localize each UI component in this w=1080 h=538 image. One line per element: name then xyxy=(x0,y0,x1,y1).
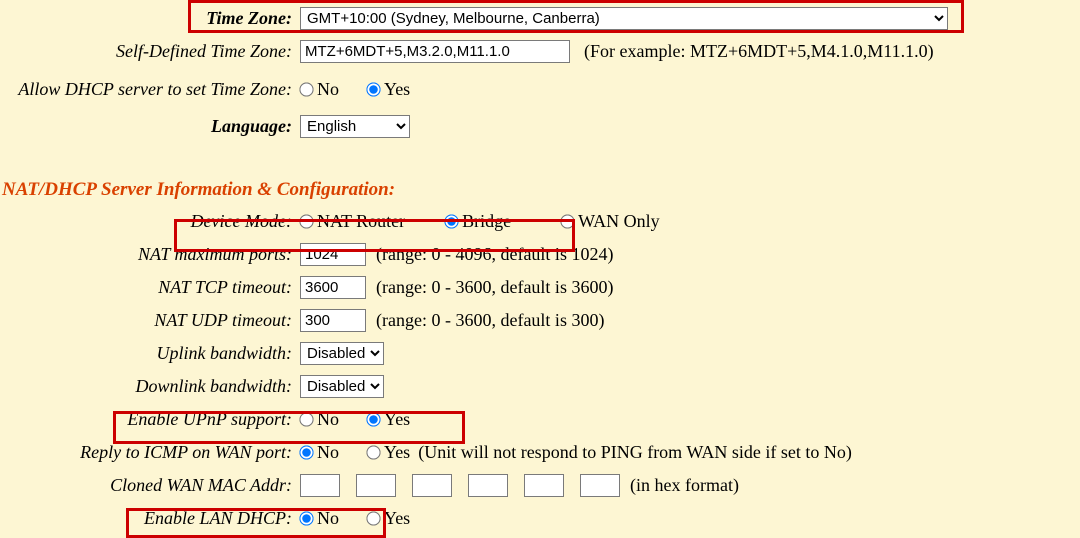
nat-max-input[interactable] xyxy=(300,243,366,266)
lan-dhcp-no-text: No xyxy=(317,508,339,529)
lan-dhcp-label: Enable LAN DHCP: xyxy=(0,508,300,529)
upnp-no-text: No xyxy=(317,409,339,430)
lan-dhcp-no-radio[interactable] xyxy=(299,511,313,525)
mac-input-4[interactable] xyxy=(468,474,508,497)
dhcp-tz-no-radio[interactable] xyxy=(299,82,313,96)
downlink-select[interactable]: Disabled xyxy=(300,375,384,398)
device-mode-nat-radio[interactable] xyxy=(299,214,313,228)
uplink-select[interactable]: Disabled xyxy=(300,342,384,365)
language-select[interactable]: English xyxy=(300,115,410,138)
timezone-label: Time Zone: xyxy=(0,8,300,29)
device-mode-label: Device Mode: xyxy=(0,211,300,232)
downlink-label: Downlink bandwidth: xyxy=(0,376,300,397)
language-label: Language: xyxy=(0,116,300,137)
icmp-yes-text: Yes xyxy=(384,442,410,463)
mac-input-3[interactable] xyxy=(412,474,452,497)
self-tz-input[interactable] xyxy=(300,40,570,63)
icmp-no-radio[interactable] xyxy=(299,445,313,459)
nat-tcp-hint: (range: 0 - 3600, default is 3600) xyxy=(376,277,613,298)
upnp-yes-text: Yes xyxy=(384,409,410,430)
dhcp-tz-yes-text: Yes xyxy=(384,79,410,100)
self-tz-hint: (For example: MTZ+6MDT+5,M4.1.0,M11.1.0) xyxy=(584,41,934,62)
device-mode-wan-radio[interactable] xyxy=(561,214,575,228)
dhcp-tz-no-text: No xyxy=(317,79,339,100)
mac-input-2[interactable] xyxy=(356,474,396,497)
dhcp-tz-yes-radio[interactable] xyxy=(366,82,380,96)
nat-udp-input[interactable] xyxy=(300,309,366,332)
upnp-no-radio[interactable] xyxy=(299,412,313,426)
nat-max-hint: (range: 0 - 4096, default is 1024) xyxy=(376,244,613,265)
device-mode-wan-text: WAN Only xyxy=(578,211,660,232)
upnp-yes-radio[interactable] xyxy=(366,412,380,426)
self-tz-label: Self-Defined Time Zone: xyxy=(0,41,300,62)
mac-hint: (in hex format) xyxy=(630,475,739,496)
mac-input-6[interactable] xyxy=(580,474,620,497)
lan-dhcp-yes-radio[interactable] xyxy=(366,511,380,525)
icmp-hint: (Unit will not respond to PING from WAN … xyxy=(418,442,852,463)
nat-tcp-label: NAT TCP timeout: xyxy=(0,277,300,298)
mac-label: Cloned WAN MAC Addr: xyxy=(0,475,300,496)
icmp-no-text: No xyxy=(317,442,339,463)
timezone-select[interactable]: GMT+10:00 (Sydney, Melbourne, Canberra) xyxy=(300,7,948,30)
mac-input-1[interactable] xyxy=(300,474,340,497)
nat-udp-label: NAT UDP timeout: xyxy=(0,310,300,331)
icmp-label: Reply to ICMP on WAN port: xyxy=(0,442,300,463)
nat-max-label: NAT maximum ports: xyxy=(0,244,300,265)
dhcp-tz-label: Allow DHCP server to set Time Zone: xyxy=(0,79,300,100)
upnp-label: Enable UPnP support: xyxy=(0,409,300,430)
nat-udp-hint: (range: 0 - 3600, default is 300) xyxy=(376,310,604,331)
device-mode-bridge-radio[interactable] xyxy=(445,214,459,228)
nat-tcp-input[interactable] xyxy=(300,276,366,299)
nat-section-title: NAT/DHCP Server Information & Configurat… xyxy=(0,163,1080,205)
device-mode-bridge-text: Bridge xyxy=(462,211,511,232)
mac-input-5[interactable] xyxy=(524,474,564,497)
icmp-yes-radio[interactable] xyxy=(366,445,380,459)
device-mode-nat-text: NAT Router xyxy=(317,211,405,232)
lan-dhcp-yes-text: Yes xyxy=(384,508,410,529)
uplink-label: Uplink bandwidth: xyxy=(0,343,300,364)
